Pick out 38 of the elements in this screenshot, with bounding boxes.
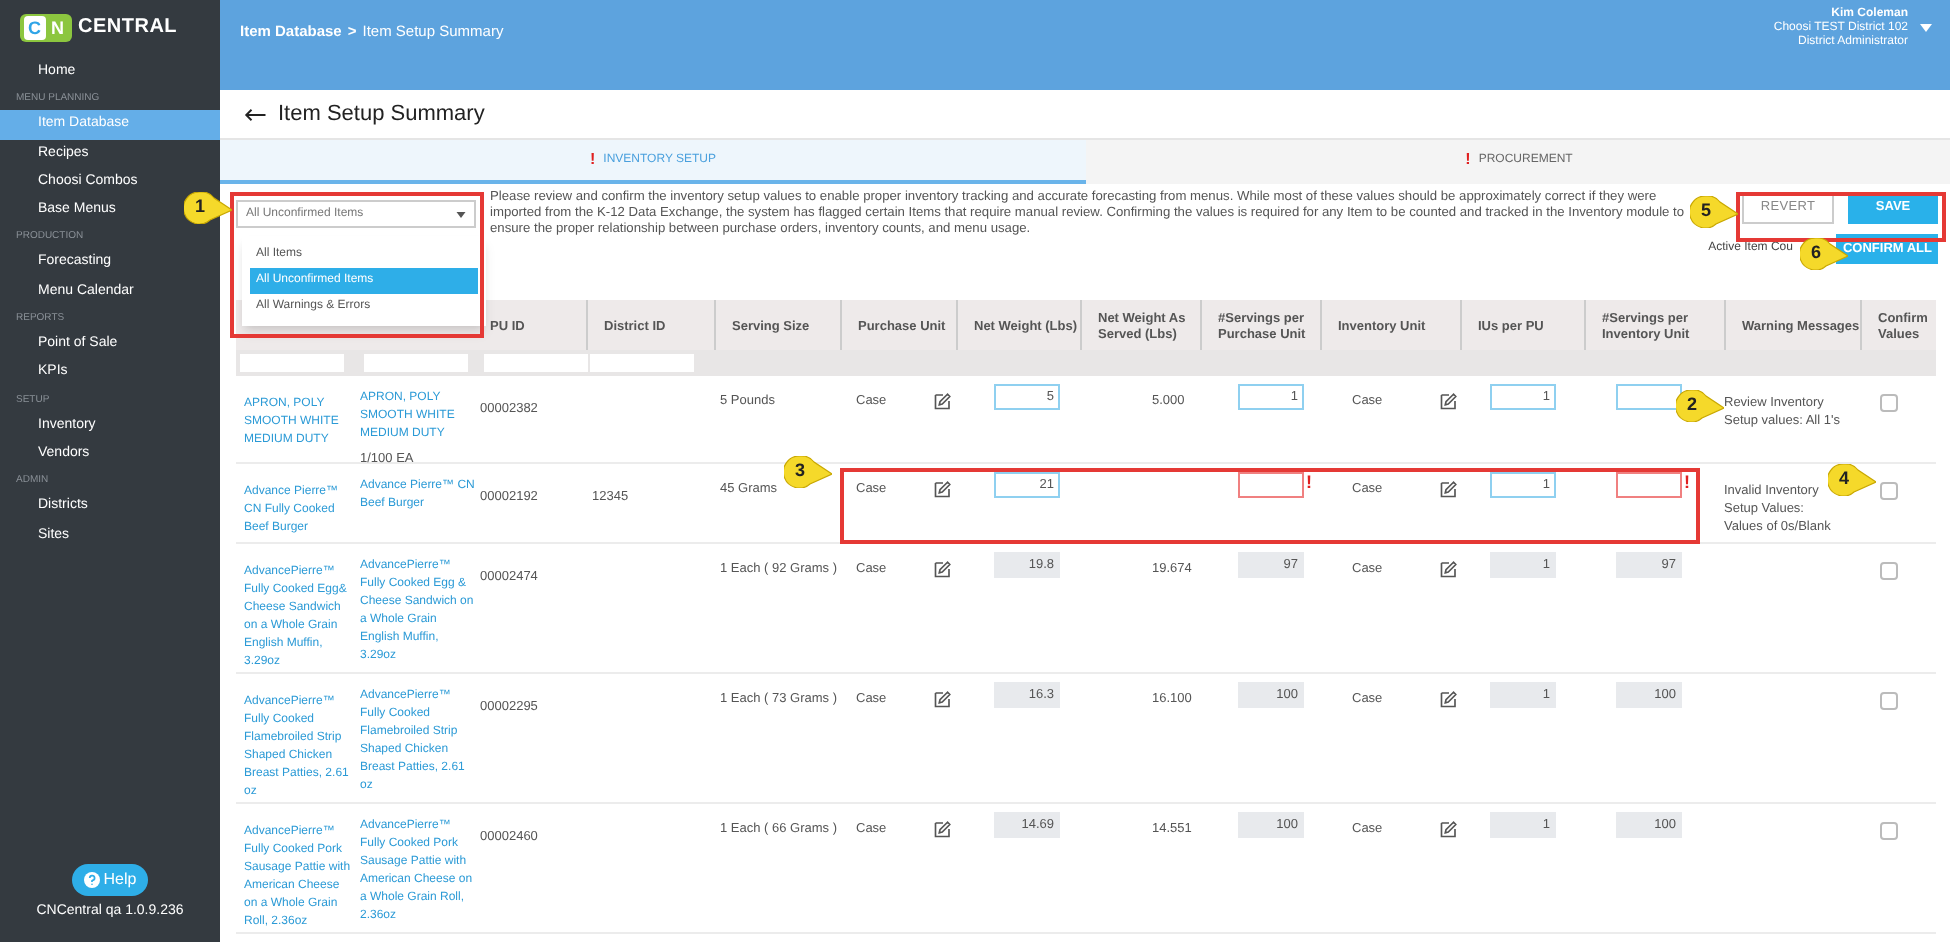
- checkbox[interactable]: [1880, 562, 1898, 580]
- edit-icon[interactable]: [934, 392, 952, 410]
- checkbox[interactable]: [1880, 394, 1898, 412]
- error-icon: !: [1306, 472, 1312, 494]
- checkbox[interactable]: [1880, 692, 1898, 710]
- filter-input[interactable]: [484, 354, 588, 372]
- logo-text: CENTRAL: [78, 14, 178, 42]
- alert-icon: !: [1465, 148, 1471, 172]
- input-field[interactable]: [1616, 472, 1682, 498]
- logo-mark: C N: [20, 13, 72, 41]
- filter-input[interactable]: [590, 354, 694, 372]
- edit-icon[interactable]: [1440, 820, 1459, 838]
- caret-icon[interactable]: [1920, 24, 1932, 32]
- checkbox[interactable]: [1880, 482, 1898, 500]
- callout-badge: 1: [184, 192, 232, 224]
- help-icon: [83, 871, 100, 887]
- alert-icon: !: [589, 148, 596, 172]
- edit-icon[interactable]: [934, 820, 952, 838]
- edit-icon[interactable]: [1440, 560, 1459, 578]
- edit-icon[interactable]: [1440, 392, 1459, 410]
- back-arrow-icon[interactable]: [244, 107, 266, 121]
- edit-icon[interactable]: [1440, 690, 1459, 708]
- edit-icon[interactable]: [934, 560, 952, 578]
- filter-input[interactable]: [240, 354, 344, 372]
- callout-badge: 5: [1690, 196, 1738, 228]
- callout-badge: 4: [1828, 464, 1876, 496]
- edit-icon[interactable]: [934, 480, 952, 498]
- dropdown-arrow-icon: [456, 211, 466, 217]
- callout-badge: 2: [1676, 390, 1724, 422]
- page-title: Item Setup Summary: [278, 99, 485, 130]
- edit-icon[interactable]: [1440, 480, 1459, 498]
- error-icon: !: [1684, 472, 1690, 494]
- checkbox[interactable]: [1880, 822, 1898, 840]
- callout-badge: 3: [784, 456, 832, 488]
- input-field[interactable]: [1238, 472, 1304, 498]
- input-field[interactable]: [1616, 384, 1682, 410]
- filter-input[interactable]: [364, 354, 468, 372]
- edit-icon[interactable]: [934, 690, 952, 708]
